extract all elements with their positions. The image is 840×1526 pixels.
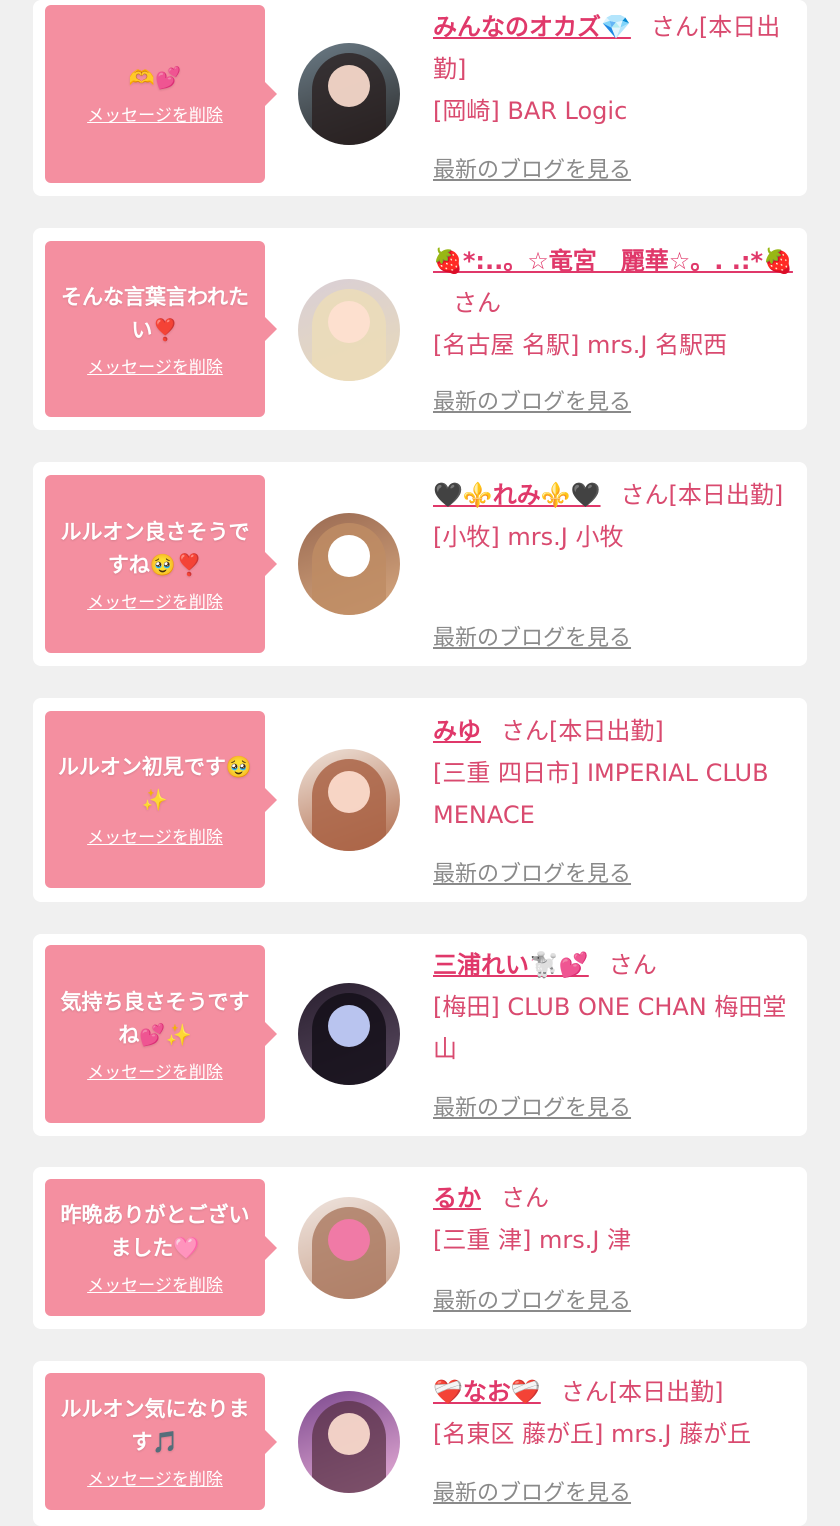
profile-suffix: さん[本日出勤] bbox=[501, 717, 664, 745]
message-bubble: 気持ち良さそうですね💕✨ メッセージを削除 bbox=[45, 945, 277, 1123]
profile-name-link[interactable]: 🍓*:..。☆竜宮 麗華☆。. .:*🍓 bbox=[433, 247, 793, 275]
avatar-face bbox=[328, 1005, 370, 1047]
profile-name-link[interactable]: 三浦れい🐩💕 bbox=[433, 951, 589, 979]
list-item: 気持ち良さそうですね💕✨ メッセージを削除 三浦れい🐩💕 さん [梅田] CLUB… bbox=[33, 934, 807, 1136]
avatar[interactable] bbox=[298, 749, 400, 851]
avatar-face bbox=[328, 771, 370, 813]
delete-message-link[interactable]: メッセージを削除 bbox=[87, 588, 223, 613]
profile-suffix: さん[本日出勤] bbox=[620, 481, 784, 509]
profile-info: ❤️‍🩹なお❤️‍🩹 さん[本日出勤] [名東区 藤が丘] mrs.J 藤が丘 bbox=[433, 1371, 793, 1455]
avatar[interactable] bbox=[298, 983, 400, 1085]
profile-name-link[interactable]: みんなのオカズ💎 bbox=[433, 13, 631, 41]
latest-blog-link[interactable]: 最新のブログを見る bbox=[433, 1475, 631, 1507]
profile-name-link[interactable]: ❤️‍🩹なお❤️‍🩹 bbox=[433, 1378, 541, 1406]
message-text: そんな言葉言われたい❣️ bbox=[61, 284, 249, 342]
profile-suffix: さん bbox=[501, 1184, 549, 1212]
message-bubble: ルルオン気になります🎵 メッセージを削除 bbox=[45, 1373, 277, 1510]
list-item: ルルオン良さそうですね🥹❣️ メッセージを削除 🖤⚜️れみ⚜️🖤 さん[本日出勤]… bbox=[33, 462, 807, 666]
message-bubble: 昨晩ありがとございました🩷 メッセージを削除 bbox=[45, 1179, 277, 1316]
profile-info: るか さん [三重 津] mrs.J 津 bbox=[433, 1177, 793, 1261]
profile-name-link[interactable]: るか bbox=[433, 1184, 481, 1212]
message-text: ルルオン初見です🥹✨ bbox=[57, 755, 253, 812]
profile-suffix: さん[本日出勤] bbox=[560, 1378, 724, 1406]
profile-info: 三浦れい🐩💕 さん [梅田] CLUB ONE CHAN 梅田堂山 bbox=[433, 944, 793, 1070]
list-item: そんな言葉言われたい❣️ メッセージを削除 🍓*:..。☆竜宮 麗華☆。. .:… bbox=[33, 228, 807, 430]
shop-location: [名東区 藤が丘] mrs.J 藤が丘 bbox=[433, 1420, 752, 1448]
shop-location: [三重 四日市] IMPERIAL CLUB MENACE bbox=[433, 759, 769, 829]
latest-blog-link[interactable]: 最新のブログを見る bbox=[433, 1090, 631, 1122]
profile-info: みゆ さん[本日出勤] [三重 四日市] IMPERIAL CLUB MENACE bbox=[433, 710, 793, 836]
profile-info: みんなのオカズ💎 さん[本日出勤] [岡崎] BAR Logic bbox=[433, 6, 793, 132]
list-item: ルルオン気になります🎵 メッセージを削除 ❤️‍🩹なお❤️‍🩹 さん[本日出勤] … bbox=[33, 1361, 807, 1526]
avatar-face bbox=[328, 65, 370, 107]
latest-blog-link[interactable]: 最新のブログを見る bbox=[433, 856, 631, 888]
profile-info: 🖤⚜️れみ⚜️🖤 さん[本日出勤] [小牧] mrs.J 小牧 bbox=[433, 474, 793, 558]
delete-message-link[interactable]: メッセージを削除 bbox=[87, 353, 223, 378]
shop-location: [名古屋 名駅] mrs.J 名駅西 bbox=[433, 331, 728, 359]
shop-location: [岡崎] BAR Logic bbox=[433, 97, 628, 125]
list-item: ルルオン初見です🥹✨ メッセージを削除 みゆ さん[本日出勤] [三重 四日市] … bbox=[33, 698, 807, 902]
shop-location: [三重 津] mrs.J 津 bbox=[433, 1226, 632, 1254]
list-item: 昨晩ありがとございました🩷 メッセージを削除 るか さん [三重 津] mrs.J… bbox=[33, 1167, 807, 1329]
profile-suffix: さん bbox=[608, 951, 657, 979]
avatar-face bbox=[328, 535, 370, 577]
avatar-face bbox=[328, 1219, 370, 1261]
avatar[interactable] bbox=[298, 1197, 400, 1299]
avatar-face bbox=[328, 1413, 370, 1455]
latest-blog-link[interactable]: 最新のブログを見る bbox=[433, 620, 631, 652]
message-bubble: ルルオン初見です🥹✨ メッセージを削除 bbox=[45, 711, 277, 888]
delete-message-link[interactable]: メッセージを削除 bbox=[87, 823, 223, 848]
avatar[interactable] bbox=[298, 513, 400, 615]
shop-location: [小牧] mrs.J 小牧 bbox=[433, 523, 624, 551]
avatar[interactable] bbox=[298, 43, 400, 145]
delete-message-link[interactable]: メッセージを削除 bbox=[87, 101, 223, 126]
delete-message-link[interactable]: メッセージを削除 bbox=[87, 1271, 223, 1296]
avatar[interactable] bbox=[298, 279, 400, 381]
avatar[interactable] bbox=[298, 1391, 400, 1493]
latest-blog-link[interactable]: 最新のブログを見る bbox=[433, 1283, 631, 1315]
profile-name-link[interactable]: 🖤⚜️れみ⚜️🖤 bbox=[433, 481, 601, 509]
profile-name-link[interactable]: みゆ bbox=[433, 717, 481, 745]
message-bubble: ルルオン良さそうですね🥹❣️ メッセージを削除 bbox=[45, 475, 277, 653]
avatar-face bbox=[328, 301, 370, 343]
profile-suffix: さん bbox=[453, 289, 501, 317]
message-text: ルルオン気になります🎵 bbox=[60, 1397, 250, 1454]
message-list: 🫶💕 メッセージを削除 みんなのオカズ💎 さん[本日出勤] [岡崎] BAR Lo… bbox=[0, 0, 840, 1526]
message-text: ルルオン良さそうですね🥹❣️ bbox=[60, 519, 250, 577]
latest-blog-link[interactable]: 最新のブログを見る bbox=[433, 152, 631, 184]
latest-blog-link[interactable]: 最新のブログを見る bbox=[433, 384, 631, 416]
message-text: 昨晩ありがとございました🩷 bbox=[60, 1203, 250, 1260]
delete-message-link[interactable]: メッセージを削除 bbox=[87, 1058, 223, 1083]
profile-info: 🍓*:..。☆竜宮 麗華☆。. .:*🍓 さん [名古屋 名駅] mrs.J 名駅… bbox=[433, 240, 793, 366]
message-text: 気持ち良さそうですね💕✨ bbox=[60, 989, 250, 1047]
delete-message-link[interactable]: メッセージを削除 bbox=[87, 1465, 223, 1490]
shop-location: [梅田] CLUB ONE CHAN 梅田堂山 bbox=[433, 993, 787, 1063]
message-bubble: 🫶💕 メッセージを削除 bbox=[45, 5, 277, 183]
message-bubble: そんな言葉言われたい❣️ メッセージを削除 bbox=[45, 241, 277, 417]
list-item: 🫶💕 メッセージを削除 みんなのオカズ💎 さん[本日出勤] [岡崎] BAR Lo… bbox=[33, 0, 807, 196]
message-text: 🫶💕 bbox=[128, 66, 182, 90]
